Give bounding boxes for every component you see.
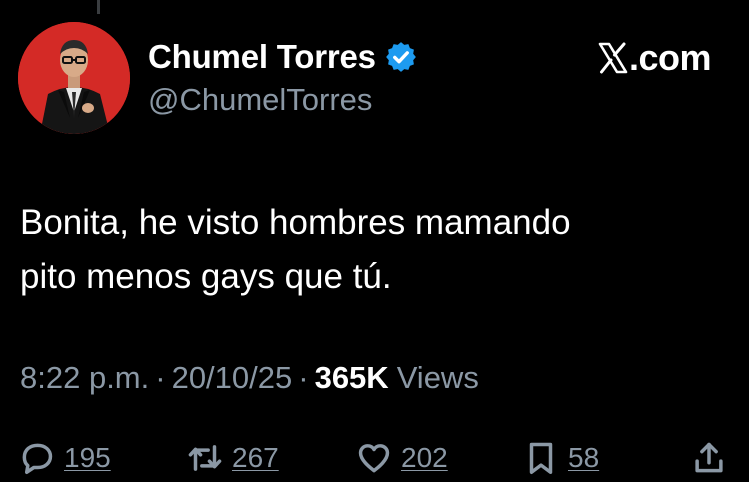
repost-count[interactable]: 267 (232, 442, 279, 474)
thread-line (97, 0, 100, 14)
brand-domain-text: .com (628, 37, 712, 78)
bookmark-icon (529, 442, 553, 474)
avatar-portrait (18, 22, 130, 134)
avatar[interactable] (18, 22, 130, 134)
meta-separator: · (298, 360, 309, 395)
tweet-text-line: pito menos gays que tú. (20, 257, 392, 296)
reply-button[interactable]: 195 (18, 436, 111, 480)
heart-icon (358, 444, 390, 473)
x-logo-icon (598, 42, 628, 74)
share-icon (695, 442, 723, 473)
views-count[interactable]: 365K (315, 360, 389, 396)
like-button[interactable]: 202 (355, 436, 448, 480)
action-bar: 195 267 202 58 (0, 436, 749, 482)
like-count[interactable]: 202 (401, 442, 448, 474)
tweet-meta: 8:22 p.m. · 20/10/25 · 365K Views (20, 360, 479, 396)
repost-icon (188, 445, 222, 471)
author-name-row[interactable]: Chumel Torres (148, 36, 418, 78)
tweet-time[interactable]: 8:22 p.m. (20, 360, 149, 396)
views-label[interactable]: Views (397, 360, 479, 396)
verified-badge-icon (385, 42, 416, 72)
share-button[interactable] (690, 436, 728, 480)
bookmark-count[interactable]: 58 (568, 442, 599, 474)
brand-watermark: .com (598, 37, 712, 78)
reply-icon (22, 443, 53, 474)
author-display-name[interactable]: Chumel Torres (148, 38, 376, 76)
meta-separator: · (155, 360, 166, 395)
tweet-body: Bonita, he visto hombres mamando pito me… (20, 196, 720, 304)
repost-button[interactable]: 267 (186, 436, 279, 480)
bookmark-button[interactable]: 58 (522, 436, 599, 480)
tweet-date[interactable]: 20/10/25 (172, 360, 293, 396)
tweet-text-line: Bonita, he visto hombres mamando (20, 203, 571, 242)
author-handle[interactable]: @ChumelTorres (148, 82, 372, 118)
reply-count[interactable]: 195 (64, 442, 111, 474)
